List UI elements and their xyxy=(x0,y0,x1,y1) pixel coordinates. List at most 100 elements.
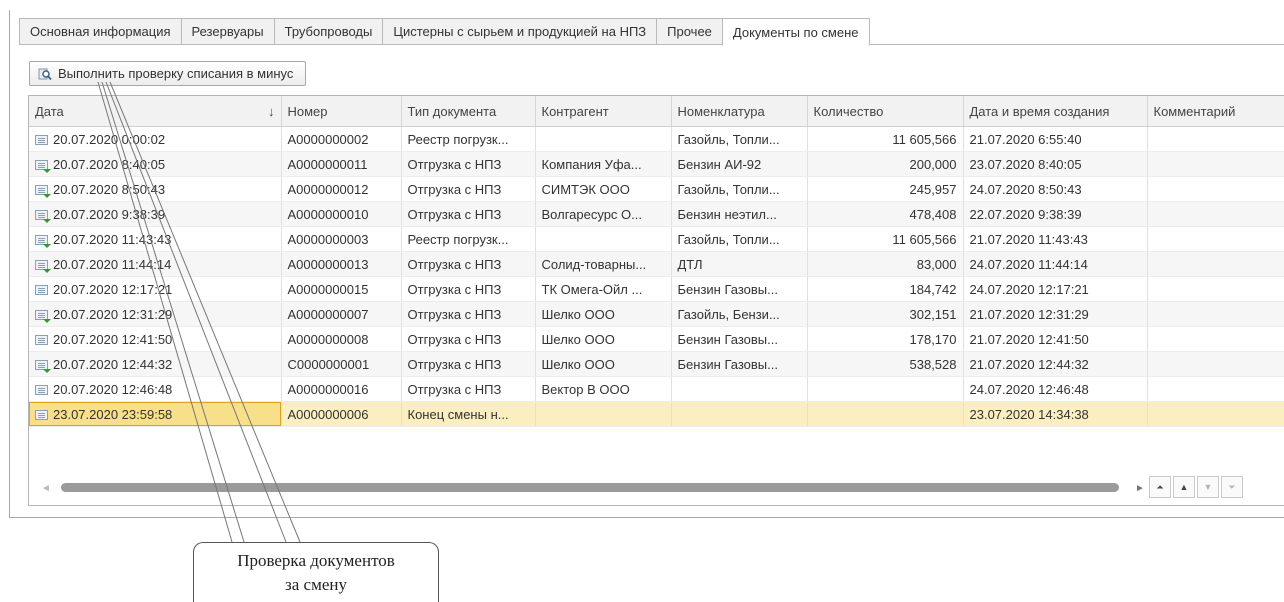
document-icon xyxy=(35,334,48,345)
tab-shift-documents[interactable]: Документы по смене xyxy=(721,18,870,46)
tab-tanks[interactable]: Резервуары xyxy=(180,18,274,45)
tab-other[interactable]: Прочее xyxy=(656,18,722,45)
cell-nomenclature xyxy=(671,401,808,427)
table-row[interactable]: 20.07.2020 12:46:48 А0000000016 Отгрузка с… xyxy=(29,376,1284,402)
col-created[interactable]: Дата и время создания xyxy=(963,96,1148,127)
cell-date: 23.07.2020 23:59:58 xyxy=(29,401,282,427)
table-row[interactable]: 20.07.2020 12:41:50 А0000000008 Отгрузка с… xyxy=(29,326,1284,352)
cell-counterparty xyxy=(535,126,672,152)
cell-quantity-text: 538,528 xyxy=(909,356,957,372)
cell-counterparty: Шелко ООО xyxy=(535,326,672,352)
header-row: Дата ↓ Номер Тип документа Контрагент Ном… xyxy=(29,96,1284,127)
cell-created-text: 21.07.2020 12:31:29 xyxy=(969,306,1089,322)
cell-comment xyxy=(1147,176,1284,202)
cell-quantity xyxy=(807,376,964,402)
cell-created: 24.07.2020 8:50:43 xyxy=(963,176,1148,202)
cell-counterparty-text: Шелко ООО xyxy=(541,306,615,322)
cell-number: А0000000006 xyxy=(281,401,402,427)
cell-date: 20.07.2020 12:46:48 xyxy=(29,376,282,402)
cell-number-text: А0000000003 xyxy=(287,231,369,247)
cell-nomenclature: Бензин Газовы... xyxy=(671,276,808,302)
col-comment[interactable]: Комментарий xyxy=(1147,96,1284,127)
col-quantity[interactable]: Количество xyxy=(807,96,964,127)
tab-cisterns[interactable]: Цистерны с сырьем и продукцией на НПЗ xyxy=(382,18,657,45)
cell-number-text: С0000000001 xyxy=(287,356,370,372)
cell-date-text: 20.07.2020 8:40:05 xyxy=(53,156,166,172)
cell-created: 21.07.2020 12:31:29 xyxy=(963,301,1148,327)
scroll-left-icon[interactable]: ◄ xyxy=(41,483,51,494)
cell-created-text: 24.07.2020 11:44:14 xyxy=(969,256,1088,272)
table-row[interactable]: 20.07.2020 0:00:02 А0000000002 Реестр погр… xyxy=(29,126,1284,152)
cell-number: А0000000011 xyxy=(281,151,402,177)
go-next-icon[interactable]: ▼ xyxy=(1197,476,1219,498)
table-row[interactable]: 20.07.2020 11:43:43 А0000000003 Реестр пог… xyxy=(29,226,1284,252)
horizontal-scrollbar-thumb[interactable] xyxy=(61,483,1119,492)
cell-counterparty: Шелко ООО xyxy=(535,351,672,377)
cell-doc-type: Реестр погрузк... xyxy=(401,126,536,152)
cell-created-text: 21.07.2020 12:41:50 xyxy=(969,331,1089,347)
table-row[interactable]: 20.07.2020 11:44:14 А0000000013 Отгрузка с… xyxy=(29,251,1284,277)
tab-main-info[interactable]: Основная информация xyxy=(19,18,181,45)
check-writeoff-button[interactable]: Выполнить проверку списания в минус xyxy=(29,61,307,86)
table-row[interactable]: 20.07.2020 12:17:21 А0000000015 Отгрузка с… xyxy=(29,276,1284,302)
cell-date-text: 23.07.2020 23:59:58 xyxy=(53,406,173,422)
cell-quantity-text: 184,742 xyxy=(909,281,957,297)
cell-doc-type-text: Конец смены н... xyxy=(407,406,509,422)
cell-number: А0000000010 xyxy=(281,201,402,227)
table-row[interactable]: 20.07.2020 9:38:39 А0000000010 Отгрузка с … xyxy=(29,201,1284,227)
cell-number-text: А0000000011 xyxy=(287,156,368,172)
col-nomenclature[interactable]: Номенклатура xyxy=(671,96,808,127)
cell-comment xyxy=(1147,126,1284,152)
col-doc-type[interactable]: Тип документа xyxy=(401,96,536,127)
col-date[interactable]: Дата ↓ xyxy=(29,96,282,127)
posted-document-icon xyxy=(35,234,51,248)
cell-quantity-text: 302,151 xyxy=(909,306,957,322)
cell-date-text: 20.07.2020 8:50:43 xyxy=(53,181,166,197)
cell-number: А0000000016 xyxy=(281,376,402,402)
cell-date-text: 20.07.2020 12:44:32 xyxy=(53,356,173,372)
tab-underline xyxy=(19,44,1284,45)
col-counterparty[interactable]: Контрагент xyxy=(535,96,672,127)
go-prev-icon[interactable]: ▲ xyxy=(1173,476,1195,498)
table-row[interactable]: 23.07.2020 23:59:58 А0000000006 Конец смен… xyxy=(29,401,1284,427)
cell-counterparty: Солид-товарны... xyxy=(535,251,672,277)
cell-quantity: 302,151 xyxy=(807,301,964,327)
cell-doc-type: Отгрузка с НПЗ xyxy=(401,376,536,402)
scroll-right-icon[interactable]: ► xyxy=(1135,483,1145,494)
go-first-icon[interactable]: ⏶ xyxy=(1149,476,1171,498)
cell-date: 20.07.2020 0:00:02 xyxy=(29,126,282,152)
cell-quantity: 538,528 xyxy=(807,351,964,377)
grid-nav-buttons: ⏶ ▲ ▼ ⏷ xyxy=(1147,476,1243,498)
cell-created-text: 24.07.2020 12:17:21 xyxy=(969,281,1089,297)
cell-comment xyxy=(1147,351,1284,377)
cell-nomenclature-text: Газойль, Бензи... xyxy=(677,306,780,322)
callout-line-2: за смену xyxy=(285,575,347,594)
cell-created: 21.07.2020 12:41:50 xyxy=(963,326,1148,352)
cell-number-text: А0000000012 xyxy=(287,181,369,197)
cell-counterparty-text: Шелко ООО xyxy=(541,331,615,347)
table-row[interactable]: 20.07.2020 8:50:43 А0000000012 Отгрузка с … xyxy=(29,176,1284,202)
cell-created: 21.07.2020 6:55:40 xyxy=(963,126,1148,152)
cell-number-text: А0000000006 xyxy=(287,406,369,422)
cell-number: А0000000015 xyxy=(281,276,402,302)
cell-comment xyxy=(1147,301,1284,327)
col-number[interactable]: Номер xyxy=(281,96,402,127)
cell-date-text: 20.07.2020 12:31:29 xyxy=(53,306,173,322)
documents-grid[interactable]: Дата ↓ Номер Тип документа Контрагент Ном… xyxy=(28,95,1284,506)
cell-nomenclature-text: ДТЛ xyxy=(677,256,703,272)
table-row[interactable]: 20.07.2020 12:44:32 С0000000001 Отгрузка с… xyxy=(29,351,1284,377)
go-last-icon[interactable]: ⏷ xyxy=(1221,476,1243,498)
cell-counterparty-text: СИМТЭК ООО xyxy=(541,181,630,197)
cell-created-text: 21.07.2020 12:44:32 xyxy=(969,356,1089,372)
document-icon xyxy=(35,409,48,420)
cell-doc-type: Отгрузка с НПЗ xyxy=(401,351,536,377)
check-writeoff-label: Выполнить проверку списания в минус xyxy=(58,66,294,81)
table-row[interactable]: 20.07.2020 8:40:05 А0000000011 Отгрузка с … xyxy=(29,151,1284,177)
cell-nomenclature-text: Бензин неэтил... xyxy=(677,206,777,222)
cell-created: 24.07.2020 12:17:21 xyxy=(963,276,1148,302)
tab-pipelines[interactable]: Трубопроводы xyxy=(273,18,383,45)
table-row[interactable]: 20.07.2020 12:31:29 А0000000007 Отгрузка с… xyxy=(29,301,1284,327)
cell-comment xyxy=(1147,276,1284,302)
cell-counterparty: Волгаресурс О... xyxy=(535,201,672,227)
cell-nomenclature-text: Бензин Газовы... xyxy=(677,331,778,347)
